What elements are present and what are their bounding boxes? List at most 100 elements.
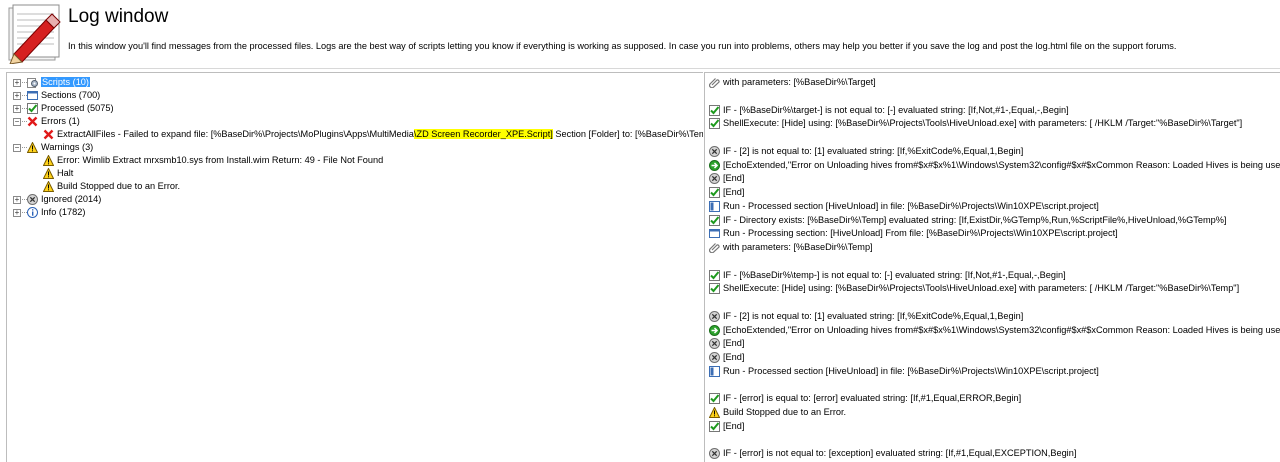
paperclip-icon: [709, 77, 720, 89]
log-line: [End]: [709, 351, 744, 364]
tree-label-info: Info (1782): [41, 207, 86, 217]
ignored-circle-x-icon: [709, 352, 720, 364]
log-line: [End]: [709, 337, 744, 350]
expand-icon[interactable]: +: [13, 78, 21, 87]
warning-item-text: Error: Wimlib Extract mrxsmb10.sys from …: [57, 155, 384, 165]
ignored-circle-x-icon: [709, 173, 720, 185]
tree-node-ignored[interactable]: + Ignored (2014): [13, 193, 101, 206]
header-divider: [0, 68, 1280, 69]
checkmark-icon: [27, 103, 38, 115]
log-line: Run - Processed section [HiveUnload] in …: [709, 365, 1099, 378]
tree-node-info[interactable]: + Info (1782): [13, 206, 85, 219]
log-line-text: IF - [%BaseDir%\temp-] is not equal to: …: [723, 269, 1066, 280]
info-icon: [27, 207, 38, 219]
tree-warning-item-2[interactable]: Halt: [43, 167, 73, 180]
log-line: Run - Processing section: [HiveUnload] F…: [709, 227, 1118, 240]
log-line-text: ShellExecute: [Hide] using: [%BaseDir%\P…: [723, 283, 1240, 294]
warning-icon: [27, 142, 38, 154]
log-line: with parameters: [%BaseDir%\Target]: [709, 76, 876, 89]
tree-warning-item-1[interactable]: Error: Wimlib Extract mrxsmb10.sys from …: [43, 154, 383, 167]
log-line-text: Run - Processing section: [HiveUnload] F…: [723, 228, 1118, 239]
ignored-circle-x-icon: [27, 194, 38, 206]
tree-node-scripts[interactable]: + Scripts (10): [13, 76, 90, 89]
log-line-text: IF - [2] is not equal to: [1] evaluated …: [723, 145, 1024, 156]
error-x-icon: [43, 129, 54, 140]
warning-item-text: Halt: [57, 168, 74, 178]
log-line-text: [End]: [723, 420, 745, 431]
log-line: IF - [2] is not equal to: [1] evaluated …: [709, 310, 1023, 323]
checkmark-icon: [709, 104, 720, 116]
checkmark-icon: [709, 269, 720, 281]
tree-label-ignored: Ignored (2014): [41, 194, 102, 204]
tree-label-processed: Processed (5075): [41, 103, 114, 113]
log-line: [EchoExtended,"Error on Unloading hives …: [709, 159, 1280, 172]
collapse-icon[interactable]: −: [13, 117, 21, 126]
tree-node-processed[interactable]: + Processed (5075): [13, 102, 114, 115]
section-window-icon: [709, 228, 720, 239]
scripts-gear-icon: [27, 77, 38, 89]
log-line: IF - [error] is not equal to: [exception…: [709, 447, 1076, 460]
paperclip-icon: [709, 242, 720, 254]
tree-node-sections[interactable]: + Sections (700): [13, 89, 100, 102]
log-line-text: IF - [error] is equal to: [error] evalua…: [723, 393, 1022, 404]
log-line: IF - [%BaseDir%\target-] is not equal to…: [709, 104, 1069, 117]
tree-warning-item-3[interactable]: Build Stopped due to an Error.: [43, 180, 180, 193]
log-line: [End]: [709, 172, 744, 185]
section-window-icon: [27, 90, 38, 101]
log-line: ShellExecute: [Hide] using: [%BaseDir%\P…: [709, 117, 1242, 130]
log-category-tree[interactable]: + Scripts (10) + Sections (700) + Processed…: [6, 72, 703, 462]
log-line: [EchoExtended,"Error on Unloading hives …: [709, 324, 1280, 337]
tree-label-errors: Errors (1): [41, 116, 80, 126]
tree-label-sections: Sections (700): [41, 90, 101, 100]
log-line-text: [EchoExtended,"Error on Unloading hives …: [723, 159, 1280, 170]
log-line: ShellExecute: [Hide] using: [%BaseDir%\P…: [709, 282, 1239, 295]
green-arrow-icon: [709, 324, 720, 336]
warning-item-text: Build Stopped due to an Error.: [57, 181, 181, 191]
log-line: Run - Processed section [HiveUnload] in …: [709, 200, 1099, 213]
log-window-header: Log window In this window you'll find me…: [0, 0, 1280, 68]
ignored-circle-x-icon: [709, 338, 720, 350]
checkmark-icon: [709, 283, 720, 295]
expand-icon[interactable]: +: [13, 208, 21, 217]
log-line: IF - [error] is equal to: [error] evalua…: [709, 392, 1021, 405]
log-line-text: [EchoExtended,"Error on Unloading hives …: [723, 324, 1280, 335]
expand-icon[interactable]: +: [13, 91, 21, 100]
ignored-circle-x-icon: [709, 448, 720, 460]
checkmark-icon: [709, 420, 720, 432]
log-line-text: ShellExecute: [Hide] using: [%BaseDir%\P…: [723, 118, 1243, 129]
run-section-icon: [709, 200, 720, 212]
log-line-text: IF - [%BaseDir%\target-] is not equal to…: [723, 104, 1069, 115]
error-item-suffix: Section [Folder] to: [%BaseDir%\Temp\Scr…: [555, 129, 703, 139]
expand-icon[interactable]: +: [13, 104, 21, 113]
tree-label-scripts: Scripts (10): [41, 77, 90, 87]
pencil-log-logo-icon: [6, 2, 62, 65]
warning-icon: [43, 168, 54, 180]
log-line: [End]: [709, 186, 744, 199]
log-line: Build Stopped due to an Error.: [709, 406, 846, 419]
page-title: Log window: [68, 6, 169, 27]
log-line-text: Run - Processed section [HiveUnload] in …: [723, 200, 1099, 211]
log-line-text: [End]: [723, 187, 745, 197]
tree-error-item[interactable]: ExtractAllFiles - Failed to expand file:…: [43, 128, 703, 141]
log-line: IF - [2] is not equal to: [1] evaluated …: [709, 145, 1023, 158]
log-line-text: IF - [2] is not equal to: [1] evaluated …: [723, 310, 1024, 321]
error-x-icon: [27, 116, 38, 127]
log-line: IF - [%BaseDir%\temp-] is not equal to: …: [709, 269, 1066, 282]
log-detail-pane[interactable]: with parameters: [%BaseDir%\Target] IF - …: [704, 72, 1280, 462]
ignored-circle-x-icon: [709, 145, 720, 157]
green-arrow-icon: [709, 159, 720, 171]
tree-node-errors[interactable]: − Errors (1): [13, 115, 80, 128]
error-item-highlight: \ZD Screen Recorder_XPE.Script]: [413, 129, 553, 139]
error-item-text: ExtractAllFiles - Failed to expand file:…: [57, 129, 414, 139]
log-line-text: [End]: [723, 338, 745, 349]
log-line-text: with parameters: [%BaseDir%\Temp]: [723, 242, 873, 252]
page-description: In this window you'll find messages from…: [68, 41, 1177, 51]
collapse-icon[interactable]: −: [13, 143, 21, 152]
expand-icon[interactable]: +: [13, 195, 21, 204]
run-section-icon: [709, 365, 720, 377]
log-line-text: IF - Directory exists: [%BaseDir%\Temp] …: [723, 214, 1227, 225]
log-line-text: [End]: [723, 173, 745, 184]
warning-icon: [43, 155, 54, 167]
checkmark-icon: [709, 187, 720, 199]
tree-node-warnings[interactable]: − Warnings (3): [13, 141, 93, 154]
